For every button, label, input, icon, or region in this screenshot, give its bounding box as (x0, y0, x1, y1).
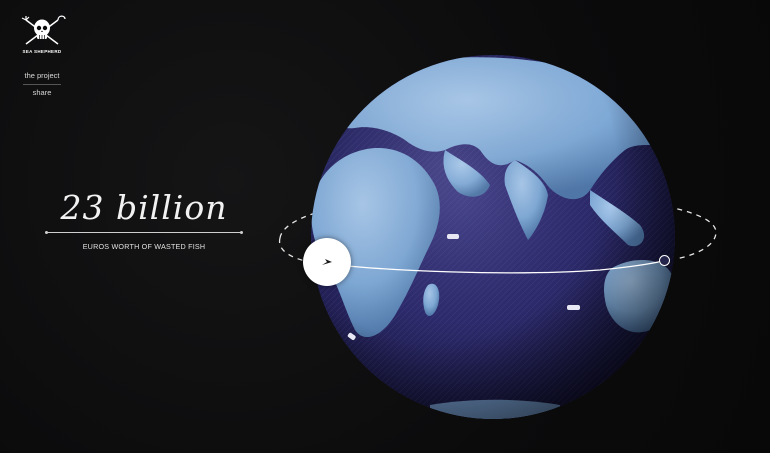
logo-wordmark: SEA SHEPHERD (22, 49, 62, 54)
ship-marker (567, 305, 580, 310)
arrow-cursor-icon (322, 259, 332, 265)
sea-shepherd-logo[interactable]: SEA SHEPHERD (16, 14, 68, 54)
stat-label: EUROS WORTH OF WASTED FISH (82, 242, 206, 251)
orbit-back-left (278, 237, 306, 262)
orbit-end-marker[interactable] (659, 255, 670, 266)
nav-item-share[interactable]: share (18, 85, 66, 101)
stage: SEA SHEPHERD the project share 23 billio… (0, 0, 770, 453)
ship-marker (660, 145, 665, 150)
nav-item-the-project[interactable]: the project (18, 68, 66, 84)
main-nav: the project share (18, 68, 66, 101)
stat-block: 23 billion EUROS WORTH OF WASTED FISH (45, 186, 243, 251)
orbit-play-button[interactable] (303, 238, 351, 286)
skull-crossed-trident-icon (21, 15, 66, 45)
stat-value: 23 billion (60, 188, 228, 227)
stat-divider (45, 230, 243, 234)
ship-marker (447, 234, 459, 239)
